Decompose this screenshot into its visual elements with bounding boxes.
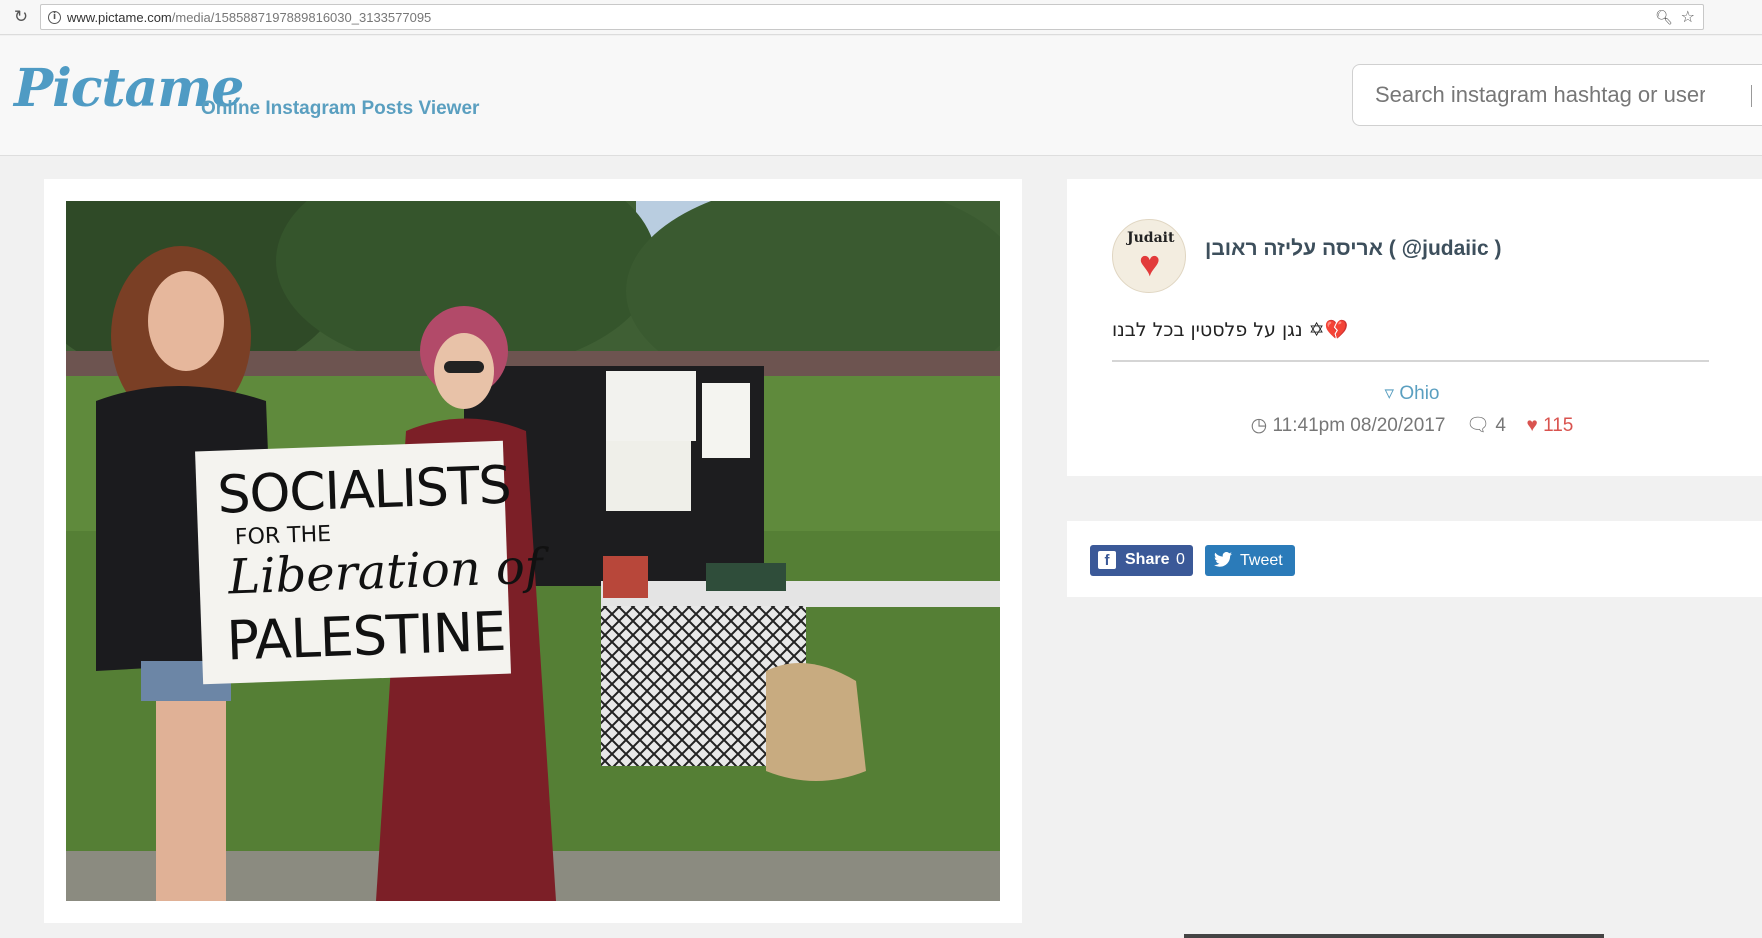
sign-line-3: Liberation of xyxy=(227,538,544,606)
share-card: f Share 0 Tweet xyxy=(1067,521,1762,597)
browser-toolbar: ↻ i www.pictame.com/media/15858871978898… xyxy=(0,0,1762,35)
search-input[interactable] xyxy=(1375,81,1705,109)
post-location[interactable]: ▿ Ohio xyxy=(1067,382,1757,405)
tweet-button[interactable]: Tweet xyxy=(1205,545,1295,576)
location-text: Ohio xyxy=(1399,383,1440,404)
address-bar[interactable]: i www.pictame.com/media/1585887197889816… xyxy=(40,4,1704,30)
post-photo[interactable]: SOCIALISTS FOR THE Liberation of PALESTI… xyxy=(66,201,1000,901)
twitter-bird-icon xyxy=(1214,552,1232,572)
post-info-card: Judait ♥ אריסה עליזה ראובן ( @judaiic ) … xyxy=(1067,179,1762,476)
url-host: www.pictame.com xyxy=(67,10,172,25)
clock-icon: ◷ xyxy=(1250,415,1268,436)
like-count: 115 xyxy=(1543,415,1574,436)
map-pin-icon: ▿ xyxy=(1384,383,1395,404)
search-box[interactable] xyxy=(1352,64,1762,126)
reload-icon[interactable]: ↻ xyxy=(12,8,30,26)
url-text: www.pictame.com/media/158588719788981603… xyxy=(67,10,431,25)
divider xyxy=(1112,360,1709,362)
site-tagline: Online Instagram Posts Viewer xyxy=(201,98,480,119)
bookmark-star-icon[interactable]: ☆ xyxy=(1681,7,1695,27)
url-path: /media/1585887197889816030_3133577095 xyxy=(171,10,432,25)
tweet-label: Tweet xyxy=(1240,552,1283,569)
heart-icon: ♥ xyxy=(1526,415,1538,436)
facebook-share-count: 0 xyxy=(1176,551,1185,568)
protest-sign: SOCIALISTS FOR THE Liberation of PALESTI… xyxy=(202,448,543,683)
post-meta: ◷ 11:41pm 08/20/2017 🗨︎ 4 ♥ 115 xyxy=(1067,413,1757,437)
bottom-thumbnail-strip xyxy=(1184,934,1604,938)
facebook-share-button[interactable]: f Share 0 xyxy=(1090,545,1193,576)
media-card: SOCIALISTS FOR THE Liberation of PALESTI… xyxy=(44,179,1022,923)
search-divider xyxy=(1751,85,1752,107)
avatar-heart-icon: ♥ xyxy=(1139,243,1161,284)
post-caption: נגן על פלסטין בכל לבנו ✡💔 xyxy=(1112,319,1349,341)
comment-count: 4 xyxy=(1495,415,1506,436)
info-icon[interactable]: i xyxy=(48,11,61,24)
post-timestamp: 11:41pm 08/20/2017 xyxy=(1272,415,1446,436)
facebook-icon: f xyxy=(1098,551,1116,569)
site-header: Pictame Online Instagram Posts Viewer xyxy=(0,36,1762,156)
facebook-share-label: Share xyxy=(1125,551,1170,568)
username-link[interactable]: אריסה עליזה ראובן ( @judaiic ) xyxy=(1205,237,1501,261)
sign-line-1: SOCIALISTS xyxy=(216,455,512,526)
comments-icon: 🗨︎ xyxy=(1465,415,1491,436)
sign-line-4: PALESTINE xyxy=(225,599,507,673)
user-avatar[interactable]: Judait ♥ xyxy=(1112,219,1186,293)
zoom-icon[interactable]: 🔍︎ xyxy=(1655,9,1673,26)
